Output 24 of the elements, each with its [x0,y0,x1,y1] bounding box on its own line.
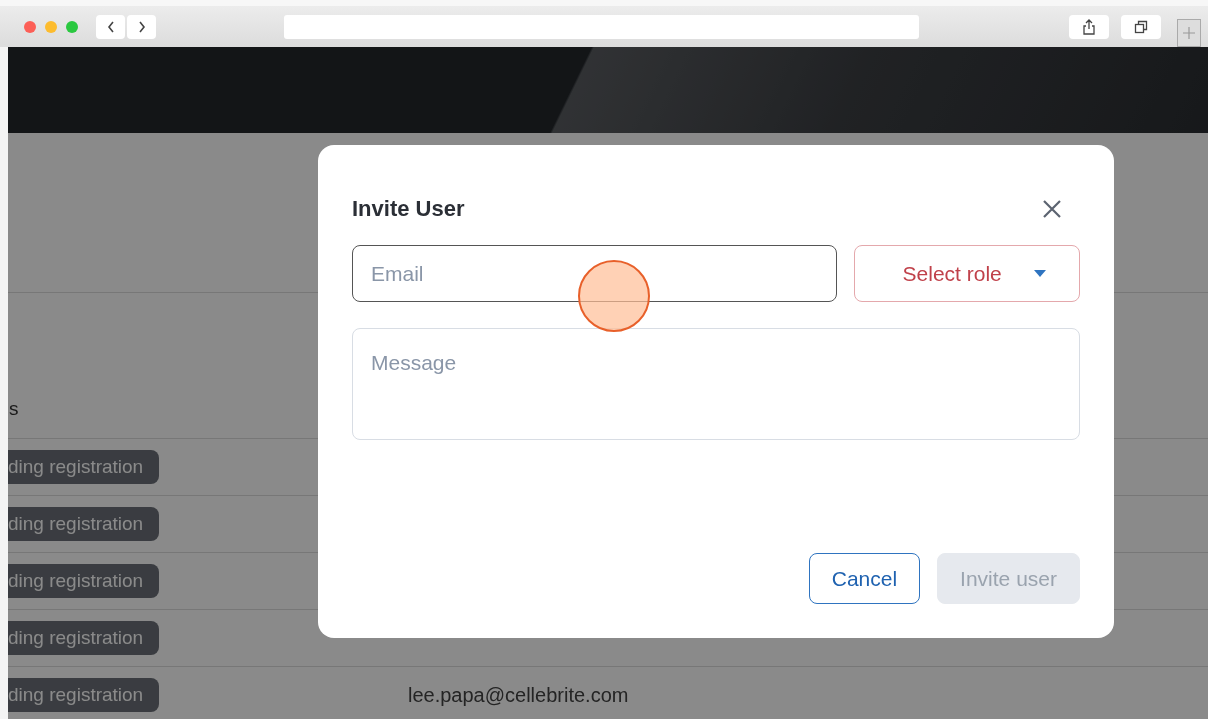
forward-button[interactable] [127,14,156,39]
status-badge: ding registration [8,678,160,712]
email-field[interactable]: Email [352,245,838,302]
status-badge: ding registration [8,564,160,598]
status-badge: ding registration [8,621,160,655]
message-field[interactable]: Message [352,328,1080,440]
close-window-icon[interactable] [24,20,36,33]
caret-icon [1033,270,1046,277]
status-badge: ding registration [8,450,160,484]
plus-icon [1182,26,1196,40]
email-cell: lee.papa@cellebrite.com [408,683,629,706]
dialog-title: Invite User [352,196,465,222]
share-button[interactable] [1069,14,1109,39]
stacked-squares-icon [1134,19,1148,34]
chevron-right-icon [136,19,147,34]
status-badge: ding registration [8,507,160,541]
close-icon [1042,199,1062,219]
back-button[interactable] [96,14,125,39]
column-header: s [9,398,19,420]
chevron-left-icon [105,19,116,34]
tabs-button[interactable] [1121,14,1161,39]
role-select[interactable]: Select role [854,245,1080,302]
share-icon [1082,18,1096,35]
cancel-button[interactable]: Cancel [808,553,921,604]
